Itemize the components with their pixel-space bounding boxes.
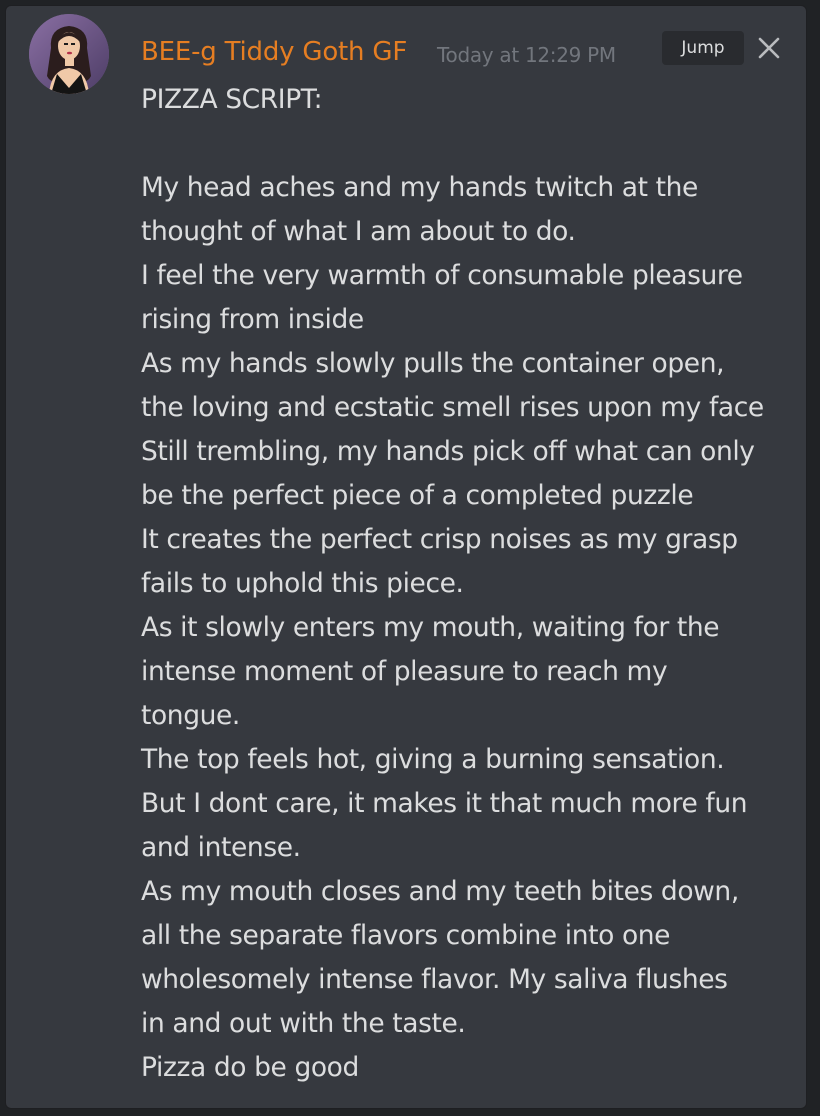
message-line: As it slowly enters my mouth, waiting fo… (141, 612, 720, 643)
jump-button[interactable]: Jump (662, 31, 744, 65)
scrollbar[interactable] (816, 0, 820, 600)
close-button[interactable] (756, 35, 782, 61)
message-line: As my hands slowly pulls the container o… (141, 348, 725, 379)
message-line: My head aches and my hands twitch at the (141, 172, 698, 203)
message-line: wholesomely intense flavor. My saliva fl… (141, 964, 728, 995)
avatar-icon (29, 14, 109, 94)
message-line: rising from inside (141, 304, 364, 335)
close-icon (758, 37, 780, 59)
message-line: and intense. (141, 832, 301, 863)
message-line: But I dont care, it makes it that much m… (141, 788, 748, 819)
message-line (141, 122, 791, 166)
message-line: It creates the perfect crisp noises as m… (141, 524, 738, 555)
message-line: I feel the very warmth of consumable ple… (141, 260, 743, 291)
message-line: all the separate flavors combine into on… (141, 920, 671, 951)
message-line: in and out with the taste. (141, 1008, 466, 1039)
message-line: Still trembling, my hands pick off what … (141, 436, 755, 467)
message-line: The top feels hot, giving a burning sens… (141, 744, 725, 775)
user-avatar[interactable] (29, 14, 109, 94)
message-line: tongue. (141, 700, 240, 731)
message-card: BEE-g Tiddy Goth GF Today at 12:29 PM Ju… (5, 5, 807, 1109)
message-line: be the perfect piece of a completed puzz… (141, 480, 694, 511)
message-line: As my mouth closes and my teeth bites do… (141, 876, 739, 907)
message-line: the loving and ecstatic smell rises upon… (141, 392, 764, 423)
message-line: fails to uphold this piece. (141, 568, 464, 599)
message-line: thought of what I am about to do. (141, 216, 576, 247)
message-line: intense moment of pleasure to reach my (141, 656, 668, 687)
message-line: PIZZA SCRIPT: (141, 84, 323, 115)
message-timestamp: Today at 12:29 PM (437, 43, 616, 67)
message-line: Pizza do be good (141, 1052, 359, 1083)
author-name[interactable]: BEE-g Tiddy Goth GF (141, 35, 407, 69)
message-content: PIZZA SCRIPT: My head aches and my hands … (141, 78, 791, 1090)
